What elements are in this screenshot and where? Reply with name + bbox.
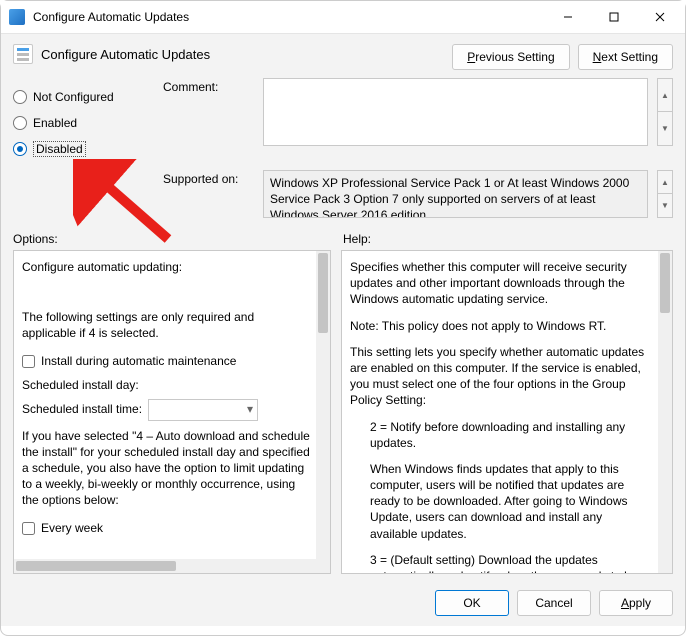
options-section-label: Options: <box>13 232 343 246</box>
policy-icon <box>13 44 33 64</box>
radio-not-configured[interactable] <box>13 90 27 104</box>
radio-enabled[interactable] <box>13 116 27 130</box>
page-title: Configure Automatic Updates <box>41 47 210 62</box>
help-p6: 3 = (Default setting) Download the updat… <box>350 552 652 573</box>
radio-not-configured-label[interactable]: Not Configured <box>33 90 114 104</box>
previous-setting-button[interactable]: Previous Setting <box>452 44 569 70</box>
help-p4: 2 = Notify before downloading and instal… <box>350 419 652 451</box>
options-scrollbar-h[interactable] <box>14 559 316 573</box>
help-scrollbar-v[interactable] <box>658 251 672 573</box>
scheduled-install-day-label: Scheduled install day: <box>22 377 139 393</box>
help-section-label: Help: <box>343 232 371 246</box>
maximize-button[interactable] <box>591 1 637 33</box>
help-p5: When Windows finds updates that apply to… <box>350 461 652 542</box>
radio-disabled[interactable] <box>13 142 27 156</box>
options-scrollbar-v[interactable] <box>316 251 330 573</box>
help-p1: Specifies whether this computer will rec… <box>350 259 652 308</box>
every-week-label: Every week <box>41 520 103 536</box>
ok-button[interactable]: OK <box>435 590 509 616</box>
radio-disabled-label[interactable]: Disabled <box>33 141 86 157</box>
supported-on-label: Supported on: <box>163 170 253 186</box>
schedule-note: If you have selected "4 – Auto download … <box>22 428 310 509</box>
comment-spinner[interactable]: ▲▼ <box>657 78 673 146</box>
titlebar: Configure Automatic Updates <box>1 1 685 33</box>
help-panel: Specifies whether this computer will rec… <box>341 250 673 574</box>
comment-label: Comment: <box>163 78 253 94</box>
scheduled-install-time-label: Scheduled install time: <box>22 401 142 417</box>
cancel-button[interactable]: Cancel <box>517 590 591 616</box>
configure-updating-label: Configure automatic updating: <box>22 259 310 275</box>
minimize-button[interactable] <box>545 1 591 33</box>
install-during-maintenance-label: Install during automatic maintenance <box>41 353 236 369</box>
help-p2: Note: This policy does not apply to Wind… <box>350 318 652 334</box>
comment-textarea[interactable] <box>263 78 648 146</box>
scheduled-install-time-combo[interactable]: ▾ <box>148 399 258 421</box>
supported-spinner[interactable]: ▲▼ <box>657 170 673 218</box>
chevron-down-icon: ▾ <box>247 401 253 417</box>
apply-button[interactable]: Apply <box>599 590 673 616</box>
options-panel: Configure automatic updating: The follow… <box>13 250 331 574</box>
install-during-maintenance-checkbox[interactable] <box>22 355 35 368</box>
requirement-text: The following settings are only required… <box>22 309 310 341</box>
app-icon <box>9 9 25 25</box>
every-week-checkbox[interactable] <box>22 522 35 535</box>
previous-label: revious Setting <box>475 50 554 64</box>
close-button[interactable] <box>637 1 683 33</box>
radio-enabled-label[interactable]: Enabled <box>33 116 77 130</box>
next-label: ext Setting <box>601 50 658 64</box>
help-p3: This setting lets you specify whether au… <box>350 344 652 409</box>
next-setting-button[interactable]: Next Setting <box>578 44 673 70</box>
supported-on-text: Windows XP Professional Service Pack 1 o… <box>263 170 648 218</box>
window-title: Configure Automatic Updates <box>33 10 545 24</box>
